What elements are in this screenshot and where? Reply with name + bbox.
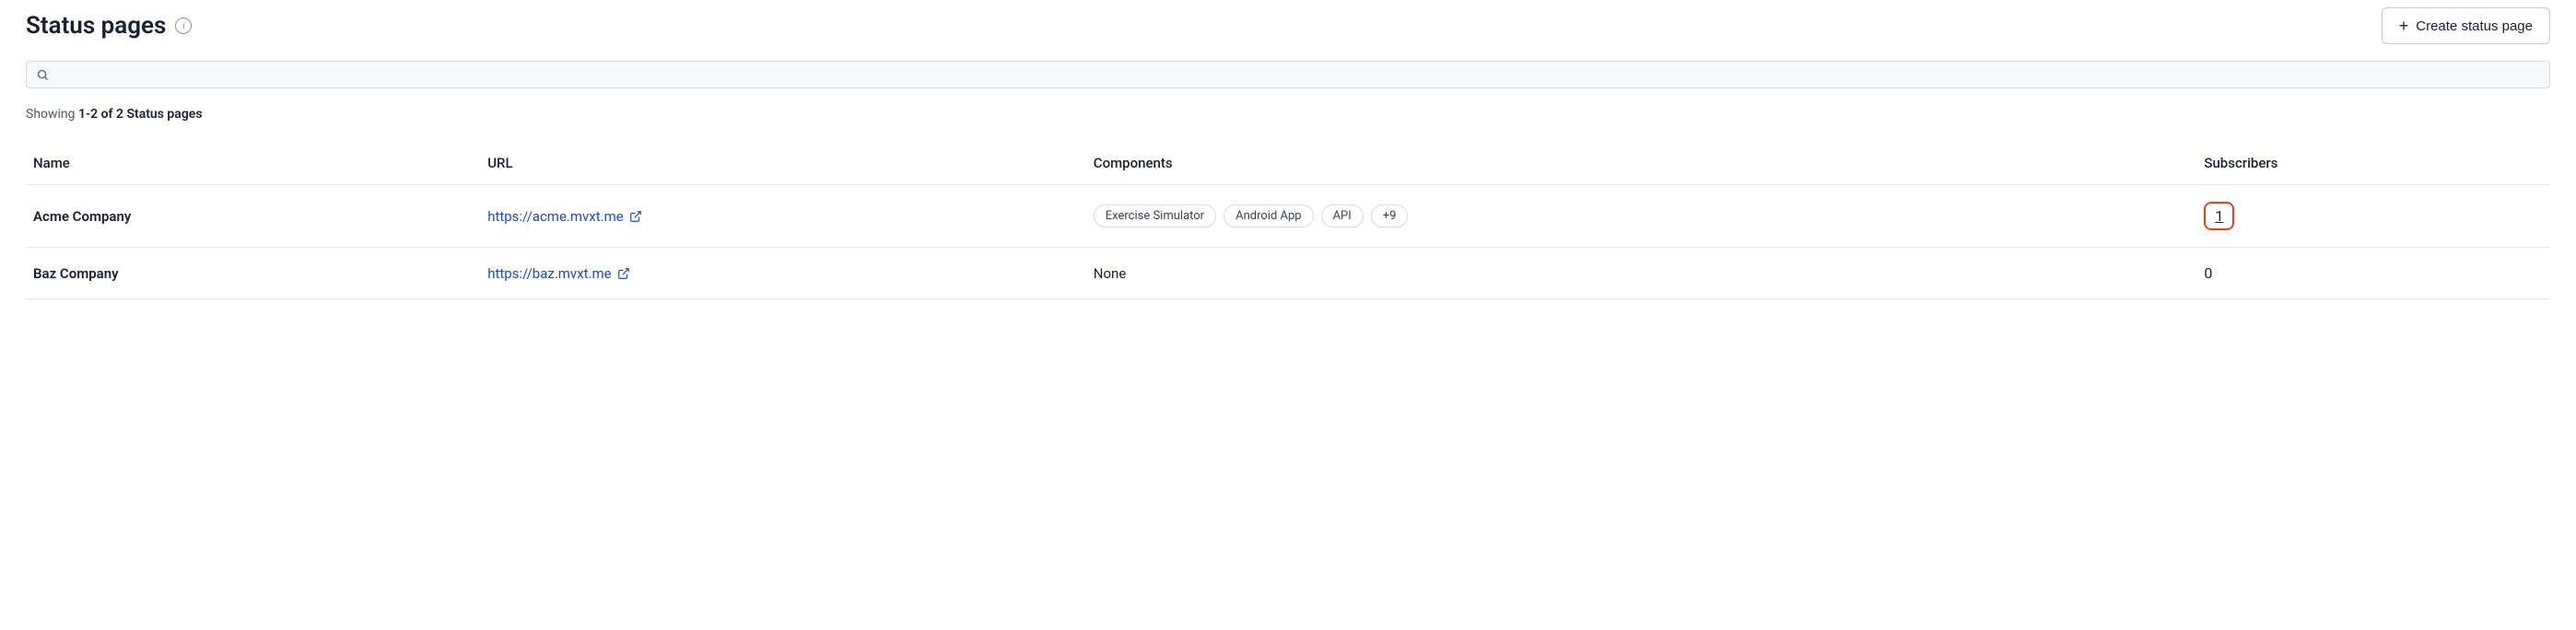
search-bar[interactable]: [26, 61, 2550, 88]
create-status-page-button[interactable]: + Create status page: [2382, 7, 2550, 44]
column-header-subscribers: Subscribers: [2196, 142, 2550, 185]
status-pages-table: Name URL Components Subscribers Acme Com…: [26, 142, 2550, 299]
row-components: Exercise Simulator Android App API +9: [1086, 185, 2197, 248]
status-page-url-link[interactable]: https://baz.mvxt.me: [487, 265, 629, 282]
url-text: https://baz.mvxt.me: [487, 265, 611, 282]
subscriber-count-highlighted[interactable]: 1: [2204, 202, 2234, 230]
plus-icon: +: [2399, 18, 2409, 34]
table-row: Baz Company https://baz.mvxt.me None 0: [26, 248, 2550, 299]
row-name: Acme Company: [26, 185, 480, 248]
column-header-url: URL: [480, 142, 1086, 185]
subscriber-count: 0: [2204, 264, 2212, 282]
results-summary: Showing 1-2 of 2 Status pages: [26, 107, 2550, 122]
column-header-components: Components: [1086, 142, 2197, 185]
components-none: None: [1094, 265, 1127, 282]
create-button-label: Create status page: [2416, 18, 2533, 34]
external-link-icon: [629, 210, 642, 223]
component-chip[interactable]: Exercise Simulator: [1094, 204, 1216, 228]
component-overflow-chip[interactable]: +9: [1371, 204, 1409, 228]
page-title: Status pages: [26, 12, 166, 40]
row-subscribers: 0: [2196, 248, 2550, 299]
url-text: https://acme.mvxt.me: [487, 208, 624, 225]
component-chip[interactable]: API: [1321, 204, 1364, 228]
status-page-url-link[interactable]: https://acme.mvxt.me: [487, 208, 642, 225]
search-input[interactable]: [57, 67, 2540, 82]
component-chip[interactable]: Android App: [1224, 204, 1313, 228]
row-name: Baz Company: [26, 248, 480, 299]
table-row: Acme Company https://acme.mvxt.me Exercise…: [26, 185, 2550, 248]
row-subscribers: 1: [2196, 185, 2550, 248]
column-header-name: Name: [26, 142, 480, 185]
external-link-icon: [617, 267, 630, 280]
row-components: None: [1086, 248, 2197, 299]
info-icon[interactable]: i: [175, 18, 192, 34]
search-icon: [36, 68, 50, 82]
